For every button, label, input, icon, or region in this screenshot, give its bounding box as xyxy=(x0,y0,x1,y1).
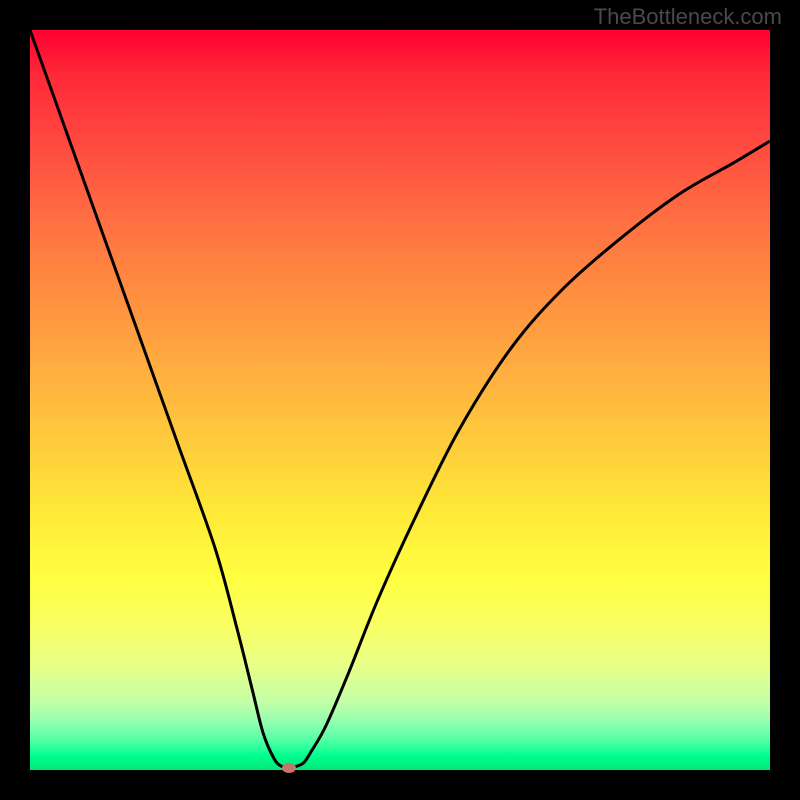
watermark-text: TheBottleneck.com xyxy=(594,4,782,30)
bottleneck-curve xyxy=(30,30,770,768)
plot-area xyxy=(30,30,770,770)
curve-svg xyxy=(30,30,770,770)
optimal-point-marker xyxy=(282,763,296,773)
